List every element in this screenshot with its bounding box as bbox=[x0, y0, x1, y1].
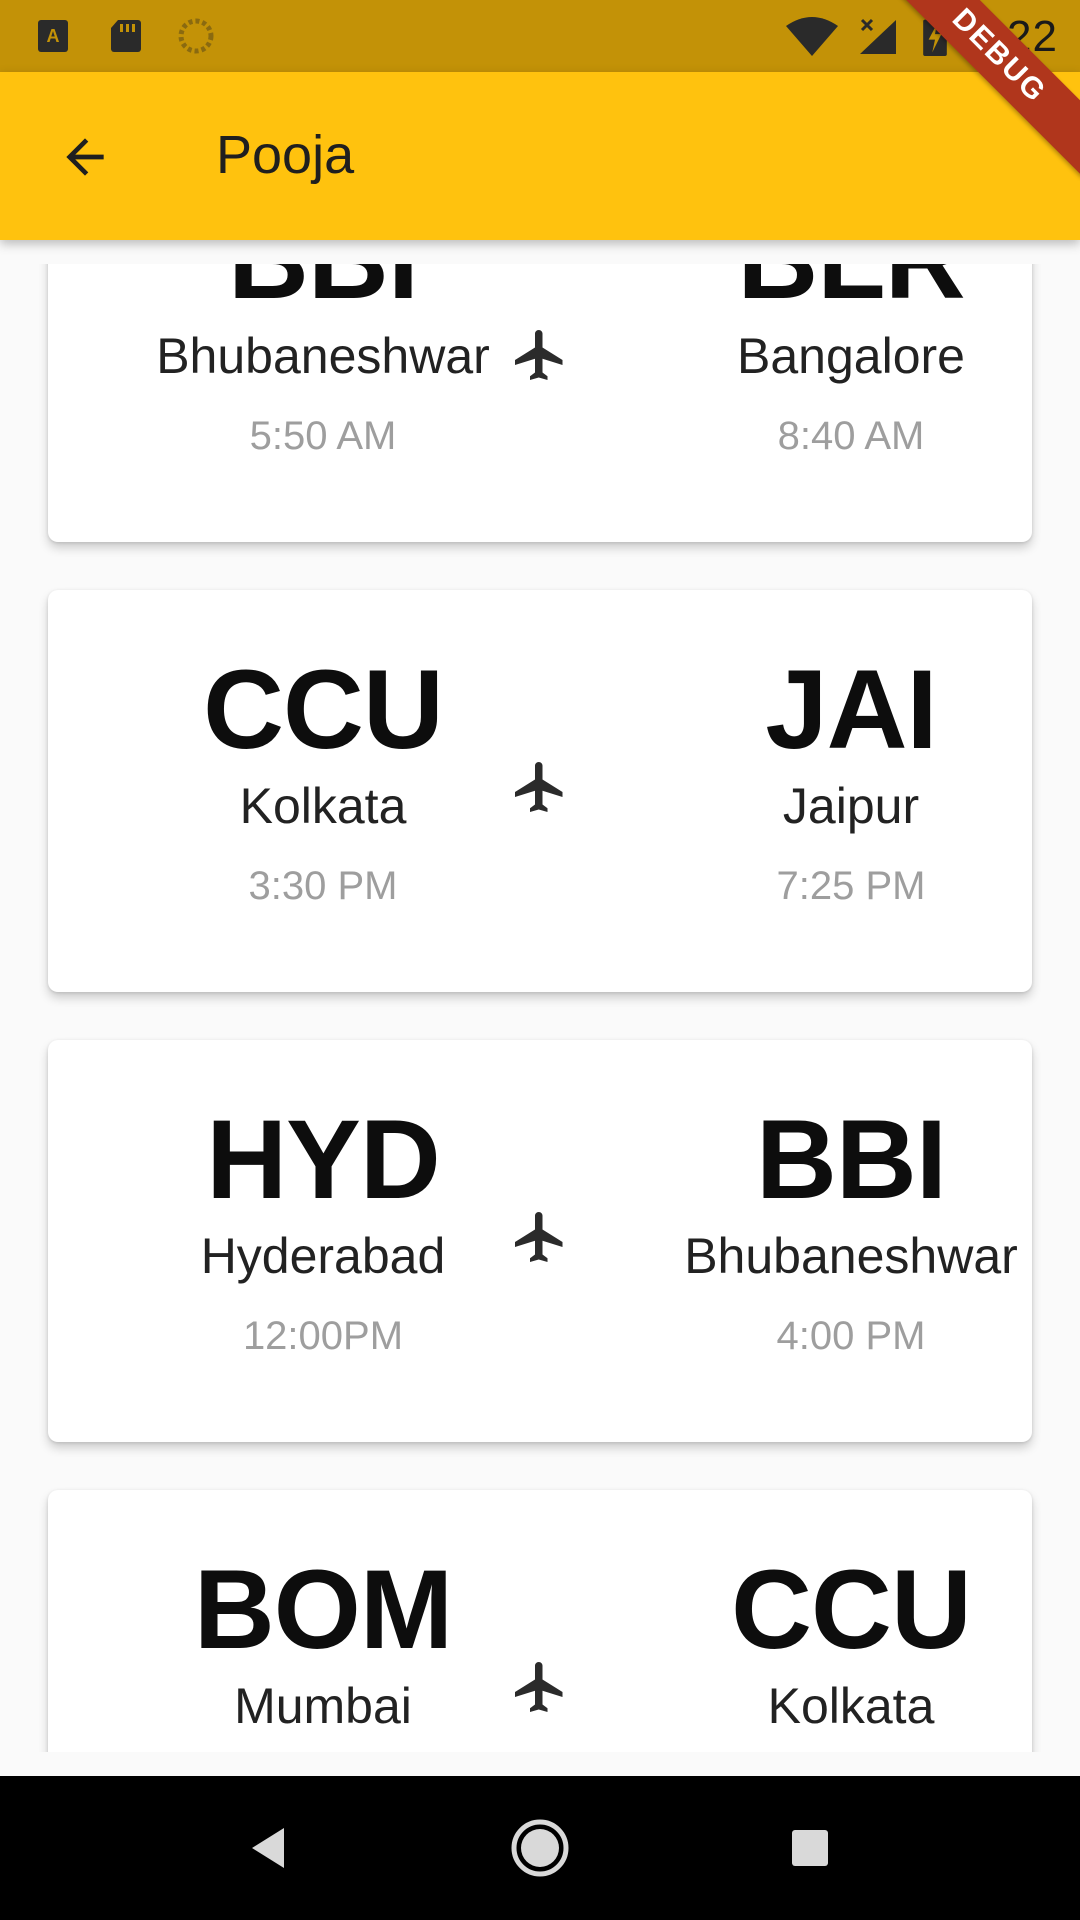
cell-signal-icon bbox=[860, 18, 896, 54]
arrival-info: JAI Jaipur 7:25 PM bbox=[641, 650, 1061, 912]
back-button[interactable] bbox=[40, 112, 130, 202]
departure-time: 12:00PM bbox=[242, 1314, 404, 1358]
flight-list[interactable]: BBI Bhubaneshwar 5:50 AM BLR Bangalore 8… bbox=[0, 264, 1080, 1752]
navigation-bar bbox=[0, 1776, 1080, 1920]
flight-card[interactable]: BOM Mumbai CCU Kolkata bbox=[48, 1490, 1032, 1752]
departure-city: Kolkata bbox=[239, 778, 407, 834]
arrival-info: CCU Kolkata bbox=[641, 1550, 1061, 1752]
airplane-icon bbox=[515, 1662, 563, 1712]
arrival-code: JAI bbox=[765, 647, 937, 772]
departure-code: BOM bbox=[193, 1547, 453, 1672]
arrival-city: Kolkata bbox=[767, 1678, 935, 1734]
departure-info: BBI Bhubaneshwar 5:50 AM bbox=[113, 264, 533, 462]
arrival-info: BBI Bhubaneshwar 4:00 PM bbox=[641, 1100, 1061, 1362]
back-triangle-icon[interactable] bbox=[238, 1816, 302, 1880]
flight-card[interactable]: CCU Kolkata 3:30 PM JAI Jaipur 7:25 PM bbox=[48, 590, 1032, 992]
arrival-city: Bangalore bbox=[737, 328, 965, 384]
departure-time: 3:30 PM bbox=[248, 864, 398, 908]
sync-icon bbox=[178, 18, 214, 54]
airplane-icon bbox=[515, 1212, 563, 1262]
a-notification-icon: A bbox=[38, 20, 68, 52]
departure-time: 5:50 AM bbox=[249, 414, 397, 458]
arrival-city: Jaipur bbox=[782, 778, 920, 834]
departure-info: BOM Mumbai bbox=[113, 1550, 533, 1752]
svg-text:A: A bbox=[47, 26, 60, 46]
arrival-code: CCU bbox=[731, 1547, 972, 1672]
departure-city: Hyderabad bbox=[200, 1228, 446, 1284]
arrival-time: 7:25 PM bbox=[776, 864, 926, 908]
arrival-code: BBI bbox=[756, 1097, 947, 1222]
arrival-city: Bhubaneshwar bbox=[684, 1228, 1018, 1284]
sd-card-icon bbox=[111, 20, 141, 52]
arrow-back-icon bbox=[66, 138, 104, 176]
departure-city: Bhubaneshwar bbox=[156, 328, 490, 384]
app-bar: Pooja bbox=[0, 72, 1080, 240]
wifi-icon bbox=[786, 17, 838, 56]
departure-code: CCU bbox=[203, 647, 444, 772]
arrival-time: 8:40 AM bbox=[777, 414, 925, 458]
departure-city: Mumbai bbox=[234, 1678, 412, 1734]
flight-card[interactable]: HYD Hyderabad 12:00PM BBI Bhubaneshwar 4… bbox=[48, 1040, 1032, 1442]
home-circle-icon[interactable] bbox=[508, 1816, 572, 1880]
airplane-icon bbox=[515, 330, 563, 380]
departure-code: BBI bbox=[113, 264, 533, 320]
page-title: Pooja bbox=[216, 125, 355, 185]
departure-info: HYD Hyderabad 12:00PM bbox=[113, 1100, 533, 1362]
recents-square-icon[interactable] bbox=[778, 1816, 842, 1880]
arrival-code: BLR bbox=[641, 264, 1061, 320]
flight-card[interactable]: BBI Bhubaneshwar 5:50 AM BLR Bangalore 8… bbox=[48, 264, 1032, 542]
arrival-time: 4:00 PM bbox=[776, 1314, 926, 1358]
arrival-info: BLR Bangalore 8:40 AM bbox=[641, 264, 1061, 462]
departure-info: CCU Kolkata 3:30 PM bbox=[113, 650, 533, 912]
departure-code: HYD bbox=[206, 1097, 440, 1222]
airplane-icon bbox=[515, 762, 563, 812]
